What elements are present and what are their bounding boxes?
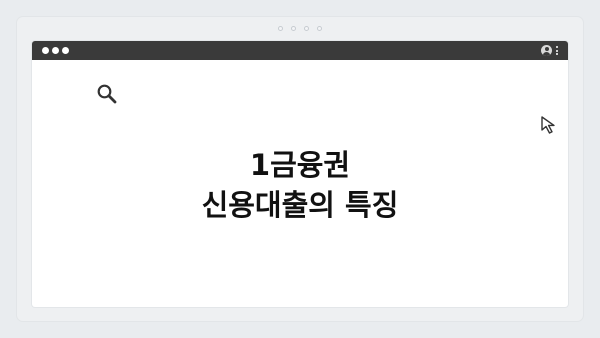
frame-dot xyxy=(278,26,283,31)
browser-window: 1금융권 신용대출의 특징 xyxy=(32,41,568,307)
frame-dot xyxy=(304,26,309,31)
window-controls xyxy=(42,47,69,54)
title-bar xyxy=(32,41,568,60)
profile-icon[interactable] xyxy=(541,45,552,56)
close-button[interactable] xyxy=(42,47,49,54)
frame-dot xyxy=(291,26,296,31)
headline-line-1: 1금융권 xyxy=(249,148,351,182)
cursor-icon xyxy=(540,115,562,141)
maximize-button[interactable] xyxy=(62,47,69,54)
frame-dots xyxy=(17,26,583,34)
kebab-menu-icon[interactable] xyxy=(556,46,558,55)
frame-dot xyxy=(317,26,322,31)
minimize-button[interactable] xyxy=(52,47,59,54)
search-icon[interactable] xyxy=(96,83,122,109)
outer-frame: 1금융권 신용대출의 특징 xyxy=(17,17,583,321)
page-headline: 1금융권 신용대출의 특징 xyxy=(32,145,568,225)
titlebar-menu xyxy=(541,45,558,56)
headline-line-2: 신용대출의 특징 xyxy=(201,188,399,222)
